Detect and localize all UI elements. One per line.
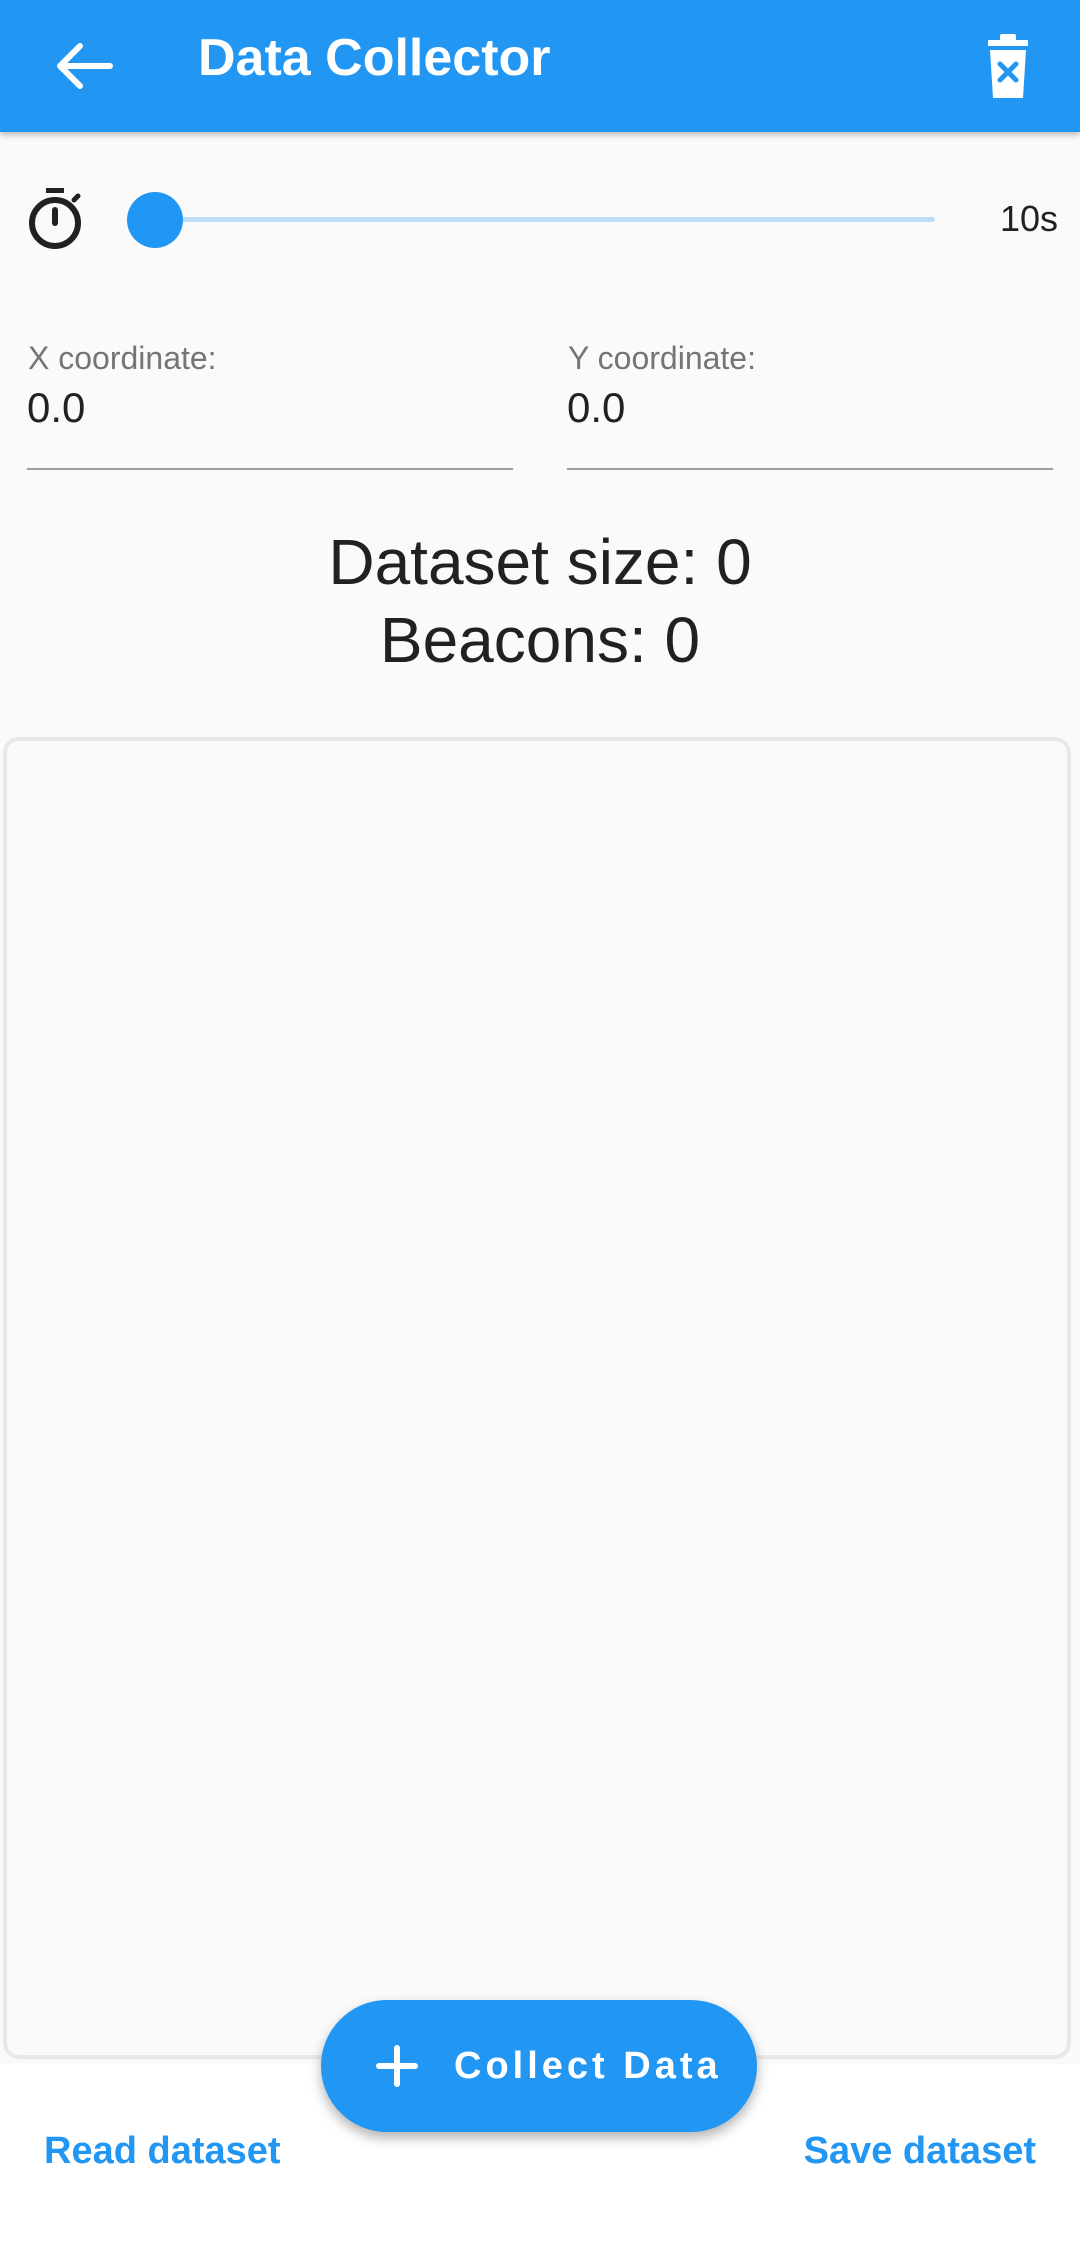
y-coordinate-input[interactable] xyxy=(567,380,1047,436)
beacons-count-text: Beacons: 0 xyxy=(379,604,701,676)
arrow-back-icon xyxy=(57,43,113,89)
x-coordinate-input[interactable] xyxy=(27,380,507,436)
delete-button[interactable] xyxy=(964,22,1052,110)
dataset-size-text: Dataset size: 0 xyxy=(328,526,752,598)
back-button[interactable] xyxy=(40,22,128,110)
duration-value: 10s xyxy=(999,198,1058,239)
save-dataset-button[interactable]: Save dataset xyxy=(804,2130,1036,2173)
x-coordinate-field: X coordinate: xyxy=(27,340,513,470)
y-coordinate-label: Y coordinate: xyxy=(568,340,756,376)
y-coordinate-underline xyxy=(567,468,1053,470)
delete-forever-icon xyxy=(988,34,1028,98)
collect-data-label: Collect Data xyxy=(454,2045,722,2087)
x-coordinate-underline xyxy=(27,468,513,470)
read-dataset-button[interactable]: Read dataset xyxy=(44,2130,281,2173)
beacon-list-panel xyxy=(3,737,1071,2059)
page-title: Data Collector xyxy=(198,29,551,87)
timer-icon xyxy=(29,188,81,249)
x-coordinate-label: X coordinate: xyxy=(28,340,217,376)
slider-track xyxy=(155,217,935,222)
collect-data-button[interactable]: Collect Data xyxy=(321,2000,757,2132)
duration-slider[interactable] xyxy=(125,185,935,253)
slider-thumb[interactable] xyxy=(127,192,183,248)
app-bar: Data Collector xyxy=(0,0,1080,132)
y-coordinate-field: Y coordinate: xyxy=(567,340,1053,470)
add-icon xyxy=(376,2045,418,2087)
